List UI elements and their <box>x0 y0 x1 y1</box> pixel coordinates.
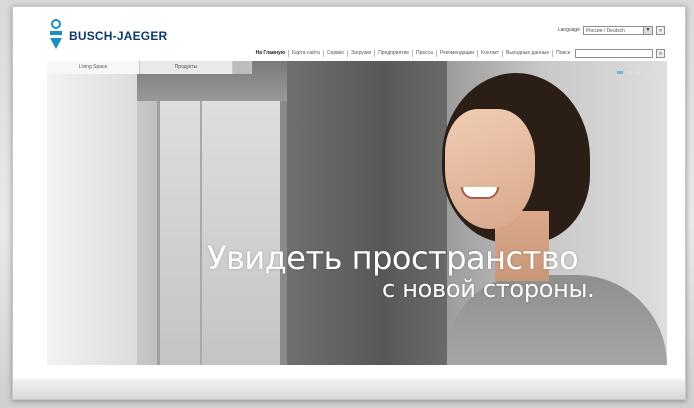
nav-item-imprint[interactable]: Выходные данные <box>503 49 554 57</box>
hero-tabs: Living Space Продукты <box>47 61 252 74</box>
nav-item-downloads[interactable]: Загрузки <box>348 49 376 57</box>
tab-more[interactable] <box>233 61 252 74</box>
tab-products[interactable]: Продукты <box>140 61 233 74</box>
language-selector: Language Россия / Deutsch ▼ » <box>558 23 665 37</box>
chevron-down-icon: ▼ <box>643 26 652 34</box>
slide-dot-5[interactable] <box>653 71 659 74</box>
top-navigation: На Главную Карта сайта Сервис Загрузки П… <box>253 48 665 58</box>
language-label: Language <box>557 27 580 33</box>
nav-item-search-label: Поиск <box>556 49 570 56</box>
nav-item-service[interactable]: Сервис <box>324 49 349 57</box>
hero-banner[interactable]: Living Space Продукты Увидеть пространст… <box>47 61 667 365</box>
search-input[interactable] <box>575 48 653 58</box>
nav-item-contact[interactable]: Контакт <box>478 49 504 57</box>
nav-item-home[interactable]: На Главную <box>253 49 290 57</box>
slide-dot-4[interactable] <box>644 71 650 74</box>
language-selected-value: Россия / Deutsch <box>586 27 625 34</box>
search-button[interactable]: » <box>656 48 665 58</box>
slide-indicators <box>617 71 659 74</box>
nav-item-press[interactable]: Пресса <box>413 49 437 57</box>
slide-dot-3[interactable] <box>635 71 641 74</box>
slide-dot-1[interactable] <box>617 71 623 74</box>
tab-living-space[interactable]: Living Space <box>47 61 140 74</box>
browser-page: BUSCH-JAEGER Language Россия / Deutsch ▼… <box>12 6 686 400</box>
slide-dot-2[interactable] <box>626 71 632 74</box>
hero-subline: с новой стороны. <box>382 275 595 303</box>
nav-item-sitemap[interactable]: Карта сайта <box>289 49 324 57</box>
hero-headline: Увидеть пространство <box>207 239 579 277</box>
language-go-button[interactable]: » <box>656 25 665 35</box>
nav-item-company[interactable]: Предприятие <box>375 49 414 57</box>
brand-name: BUSCH-JAEGER <box>69 29 168 43</box>
language-select[interactable]: Россия / Deutsch ▼ <box>583 25 653 35</box>
hero-background <box>47 61 137 365</box>
busch-jaeger-logo-icon <box>50 19 62 49</box>
brand-logo[interactable]: BUSCH-JAEGER <box>49 19 179 59</box>
nav-item-recommendations[interactable]: Рекомендации <box>437 49 479 57</box>
